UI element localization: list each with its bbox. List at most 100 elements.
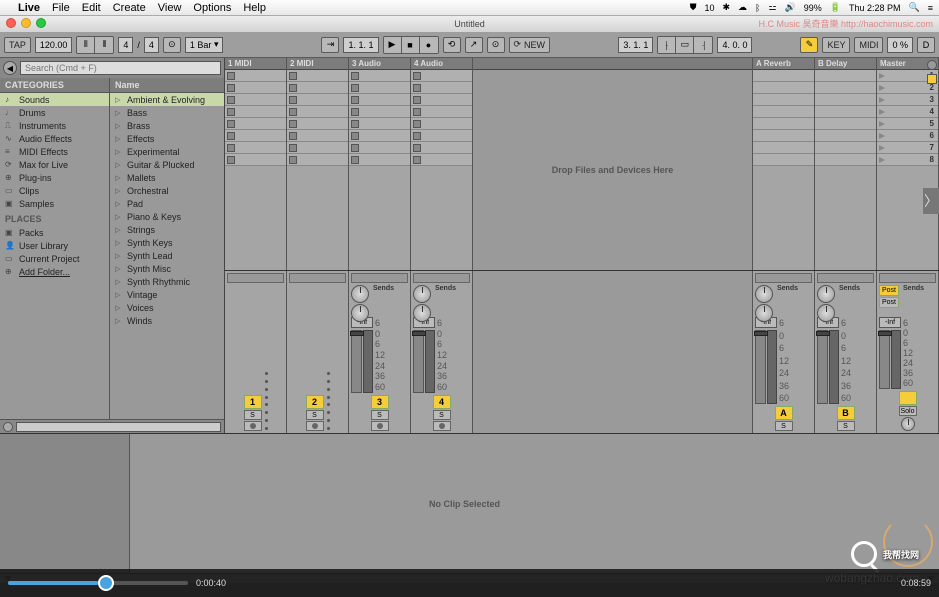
clip-slot[interactable] bbox=[349, 82, 410, 94]
solo-button[interactable]: S bbox=[433, 410, 451, 420]
browser-item[interactable]: ▷Bass bbox=[110, 106, 224, 119]
track-activator[interactable]: 4 bbox=[433, 395, 451, 409]
io-selector[interactable] bbox=[227, 273, 284, 283]
clip-slot[interactable] bbox=[287, 142, 348, 154]
browser-item[interactable]: ▷Piano & Keys bbox=[110, 210, 224, 223]
minimize-window-button[interactable] bbox=[21, 18, 31, 28]
clip-slot[interactable] bbox=[753, 106, 814, 118]
place-packs[interactable]: ▣Packs bbox=[0, 226, 109, 239]
track-activator[interactable]: 2 bbox=[306, 395, 324, 409]
capture-button[interactable]: ⟳NEW bbox=[509, 37, 551, 53]
browser-collapse-button[interactable]: ◀ bbox=[3, 61, 17, 75]
video-seek-slider[interactable] bbox=[8, 581, 188, 585]
clip-slot[interactable] bbox=[753, 142, 814, 154]
clip-slot[interactable] bbox=[411, 130, 472, 142]
dropbox-icon[interactable]: ⛊ bbox=[690, 2, 697, 13]
follow-button[interactable]: ⇥ bbox=[321, 37, 339, 53]
punch-out-button[interactable]: ⸡ bbox=[694, 37, 712, 53]
arm-button[interactable] bbox=[306, 421, 324, 431]
volume-fader[interactable] bbox=[817, 330, 828, 404]
volume-fader[interactable] bbox=[879, 330, 890, 389]
quantize-menu[interactable]: 1 Bar ▾ bbox=[185, 37, 224, 53]
clip-slot[interactable] bbox=[815, 118, 876, 130]
clip-slot[interactable] bbox=[815, 82, 876, 94]
browser-item[interactable]: ▷Voices bbox=[110, 301, 224, 314]
io-selector[interactable] bbox=[817, 273, 874, 283]
io-selector[interactable] bbox=[289, 273, 346, 283]
draw-mode-button[interactable]: ✎ bbox=[800, 37, 818, 53]
solo-button[interactable]: Solo bbox=[899, 406, 917, 416]
clip-slot[interactable] bbox=[349, 142, 410, 154]
clip-slot[interactable] bbox=[411, 70, 472, 82]
preview-volume[interactable] bbox=[16, 422, 221, 432]
track-header[interactable]: 2 MIDI bbox=[287, 58, 348, 70]
clip-slot[interactable] bbox=[411, 82, 472, 94]
category-sounds[interactable]: ♪Sounds bbox=[0, 93, 109, 106]
browser-item[interactable]: ▷Effects bbox=[110, 132, 224, 145]
drop-zone[interactable]: Drop Files and Devices Here bbox=[473, 58, 753, 270]
clip-slot[interactable] bbox=[349, 94, 410, 106]
place-current-project[interactable]: ▭Current Project bbox=[0, 252, 109, 265]
help-menu[interactable]: Help bbox=[243, 2, 266, 14]
send-knob-b[interactable] bbox=[351, 304, 369, 322]
volume-fader[interactable] bbox=[755, 330, 766, 404]
loop-length[interactable]: 4. 0. 0 bbox=[717, 37, 752, 53]
solo-button[interactable]: S bbox=[306, 410, 324, 420]
category-samples[interactable]: ▣Samples bbox=[0, 197, 109, 210]
clip-slot[interactable] bbox=[815, 106, 876, 118]
track-activator[interactable]: A bbox=[775, 406, 793, 420]
category-audio-effects[interactable]: ∿Audio Effects bbox=[0, 132, 109, 145]
create-menu[interactable]: Create bbox=[113, 2, 146, 14]
post-button[interactable]: Post bbox=[879, 285, 899, 296]
clip-slot[interactable] bbox=[287, 118, 348, 130]
clip-slot[interactable] bbox=[225, 118, 286, 130]
spotlight-icon[interactable]: 🔍 bbox=[909, 2, 920, 13]
category-instruments[interactable]: ⎍Instruments bbox=[0, 119, 109, 132]
track-activator[interactable]: 3 bbox=[371, 395, 389, 409]
clip-slot[interactable] bbox=[753, 82, 814, 94]
clip-slot[interactable] bbox=[225, 82, 286, 94]
browser-item[interactable]: ▷Orchestral bbox=[110, 184, 224, 197]
browser-item[interactable]: ▷Synth Misc bbox=[110, 262, 224, 275]
clip-slot[interactable] bbox=[349, 70, 410, 82]
loop-button[interactable]: ▭ bbox=[676, 37, 694, 53]
send-knob-a[interactable] bbox=[817, 285, 835, 303]
send-knob-a[interactable] bbox=[755, 285, 773, 303]
track-activator[interactable] bbox=[899, 391, 917, 405]
volume-fader[interactable] bbox=[413, 330, 424, 393]
arm-button[interactable] bbox=[371, 421, 389, 431]
category-drums[interactable]: ♩Drums bbox=[0, 106, 109, 119]
clip-slot[interactable] bbox=[225, 70, 286, 82]
clip-slot[interactable] bbox=[287, 130, 348, 142]
nudge-down-button[interactable]: ⦀ bbox=[77, 37, 95, 53]
clip-slot[interactable] bbox=[287, 154, 348, 166]
clip-slot[interactable] bbox=[287, 106, 348, 118]
browser-item[interactable]: ▷Synth Rhythmic bbox=[110, 275, 224, 288]
arrangement-position[interactable]: 1. 1. 1 bbox=[343, 37, 378, 53]
browser-item[interactable]: ▷Brass bbox=[110, 119, 224, 132]
solo-button[interactable]: S bbox=[244, 410, 262, 420]
solo-button[interactable]: S bbox=[837, 421, 855, 431]
send-knob-a[interactable] bbox=[413, 285, 431, 303]
category-max-for-live[interactable]: ⟳Max for Live bbox=[0, 158, 109, 171]
clock[interactable]: Thu 2:28 PM bbox=[849, 3, 901, 13]
send-knob-b[interactable] bbox=[755, 304, 773, 322]
clip-slot[interactable] bbox=[411, 154, 472, 166]
clip-slot[interactable] bbox=[225, 130, 286, 142]
browser-item[interactable]: ▷Mallets bbox=[110, 171, 224, 184]
clip-slot[interactable] bbox=[753, 70, 814, 82]
solo-button[interactable]: S bbox=[371, 410, 389, 420]
clip-slot[interactable] bbox=[753, 118, 814, 130]
clip-slot[interactable] bbox=[225, 154, 286, 166]
clip-slot[interactable] bbox=[349, 154, 410, 166]
io-section-toggle[interactable] bbox=[927, 60, 937, 70]
wifi-icon[interactable]: ⚍ bbox=[768, 2, 776, 13]
calendar-icon[interactable]: 10 bbox=[704, 3, 714, 13]
browser-item[interactable]: ▷Guitar & Plucked bbox=[110, 158, 224, 171]
clip-slot[interactable] bbox=[411, 94, 472, 106]
punch-in-button[interactable]: ⸠ bbox=[658, 37, 676, 53]
clip-slot[interactable] bbox=[753, 154, 814, 166]
browser-item[interactable]: ▷Synth Keys bbox=[110, 236, 224, 249]
view-menu[interactable]: View bbox=[158, 2, 182, 14]
zoom-window-button[interactable] bbox=[36, 18, 46, 28]
